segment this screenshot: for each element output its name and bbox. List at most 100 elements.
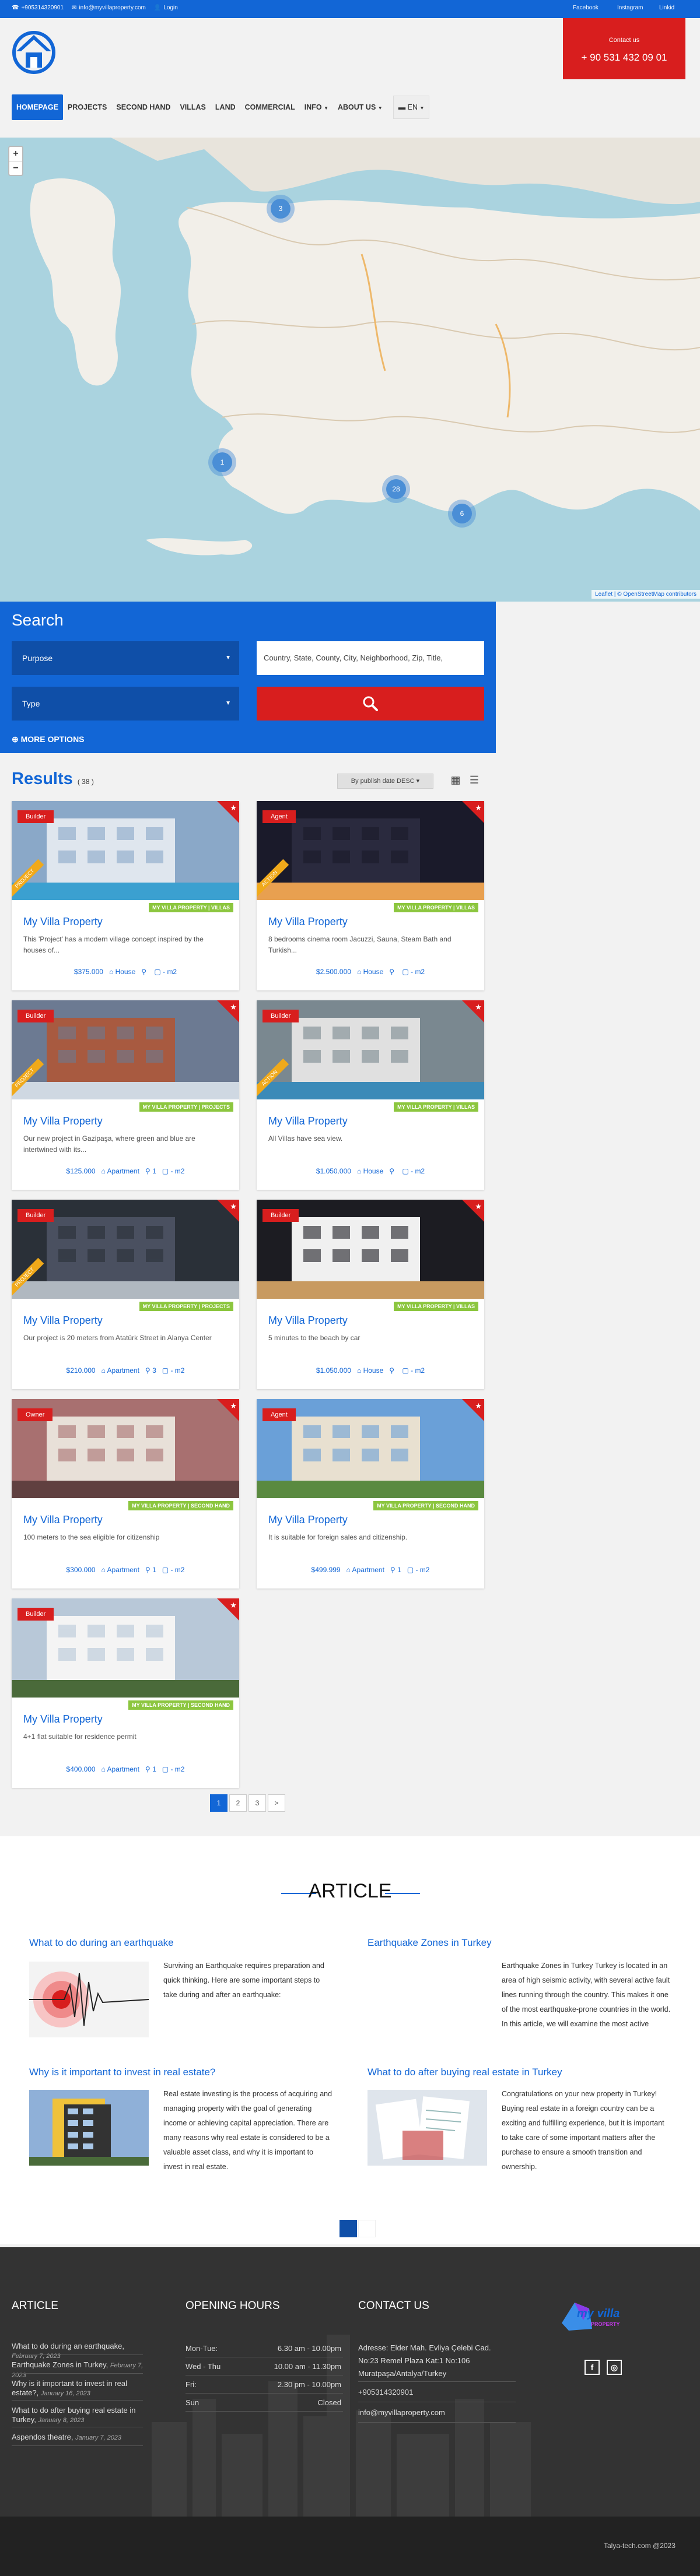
- nav-homepage[interactable]: HOMEPAGE: [12, 94, 63, 120]
- nav-commercial[interactable]: COMMERCIAL: [240, 94, 300, 120]
- star-icon[interactable]: ★: [475, 803, 482, 813]
- zoom-out-button[interactable]: −: [9, 161, 22, 175]
- article-image[interactable]: [368, 2090, 487, 2166]
- footer-phone[interactable]: +905314320901: [358, 2388, 413, 2396]
- nav-land[interactable]: LAND: [211, 94, 240, 120]
- property-card[interactable]: Builder ★ PROJECT MY VILLA PROPERTY | PR…: [12, 1200, 239, 1389]
- category-badge[interactable]: MY VILLA PROPERTY | SECOND HAND: [373, 1501, 478, 1510]
- star-icon[interactable]: ★: [230, 1202, 237, 1211]
- facebook-link[interactable]: Facebook: [573, 5, 598, 11]
- page-2[interactable]: 2: [229, 1794, 247, 1812]
- star-icon[interactable]: ★: [230, 1401, 237, 1411]
- property-image[interactable]: Builder ★: [12, 1598, 239, 1698]
- star-icon[interactable]: ★: [475, 1003, 482, 1012]
- carousel-dot[interactable]: [358, 2220, 376, 2237]
- star-icon[interactable]: ★: [475, 1401, 482, 1411]
- instagram-link[interactable]: Instagram: [617, 5, 643, 11]
- article-link[interactable]: Earthquake Zones in Turkey: [368, 1937, 492, 1949]
- article-link[interactable]: What to do after buying real estate in T…: [368, 2067, 562, 2078]
- property-image[interactable]: Owner ★: [12, 1399, 239, 1498]
- footer-article-link[interactable]: What to do after buying real estate in T…: [12, 2406, 152, 2425]
- footer-article-link[interactable]: What to do during an earthquake, Februar…: [12, 2342, 152, 2361]
- property-card[interactable]: Builder ★ PROJECT MY VILLA PROPERTY | VI…: [12, 801, 239, 990]
- copyright[interactable]: Talya-tech.com @2023: [604, 2542, 676, 2550]
- star-icon[interactable]: ★: [475, 1202, 482, 1211]
- property-card[interactable]: Builder ★ ACTION MY VILLA PROPERTY | VIL…: [257, 1000, 484, 1190]
- property-image[interactable]: Builder ★ PROJECT: [12, 1200, 239, 1299]
- property-image[interactable]: Builder ★ PROJECT: [12, 801, 239, 900]
- more-options-toggle[interactable]: ⊕ MORE OPTIONS: [12, 735, 85, 744]
- property-image[interactable]: Builder ★ PROJECT: [12, 1000, 239, 1099]
- property-card[interactable]: Builder ★ PROJECT MY VILLA PROPERTY | PR…: [12, 1000, 239, 1190]
- purpose-select[interactable]: Purpose ▼: [12, 641, 239, 675]
- category-badge[interactable]: MY VILLA PROPERTY | VILLAS: [394, 903, 478, 912]
- map-cluster[interactable]: 1: [212, 452, 232, 472]
- property-image[interactable]: Agent ★ ACTION: [257, 801, 484, 900]
- category-badge[interactable]: MY VILLA PROPERTY | PROJECTS: [139, 1302, 233, 1311]
- carousel-dot-active[interactable]: [340, 2220, 357, 2237]
- property-title[interactable]: My Villa Property: [23, 1315, 103, 1327]
- category-badge[interactable]: MY VILLA PROPERTY | VILLAS: [149, 903, 233, 912]
- star-icon[interactable]: ★: [230, 1003, 237, 1012]
- footer-article-link[interactable]: Earthquake Zones in Turkey, February 7, …: [12, 2360, 152, 2380]
- login-link[interactable]: 👤 Login: [154, 5, 178, 11]
- category-badge[interactable]: MY VILLA PROPERTY | VILLAS: [394, 1102, 478, 1112]
- property-image[interactable]: Agent ★: [257, 1399, 484, 1498]
- contact-phone[interactable]: + 90 531 432 09 01: [563, 52, 685, 64]
- sort-select[interactable]: By publish date DESC ▾: [337, 774, 433, 789]
- property-title[interactable]: My Villa Property: [268, 1514, 348, 1526]
- nav-info[interactable]: INFO ▼: [300, 94, 333, 120]
- phone-link[interactable]: ☎ +905314320901: [12, 5, 64, 11]
- footer-email[interactable]: info@myvillaproperty.com: [358, 2408, 445, 2417]
- contact-box[interactable]: Contact us + 90 531 432 09 01: [563, 18, 685, 79]
- facebook-icon[interactable]: f: [584, 2360, 600, 2375]
- category-badge[interactable]: MY VILLA PROPERTY | PROJECTS: [139, 1102, 233, 1112]
- category-badge[interactable]: MY VILLA PROPERTY | SECOND HAND: [128, 1700, 233, 1710]
- location-search-input[interactable]: Country, State, County, City, Neighborho…: [257, 641, 484, 675]
- page-1[interactable]: 1: [210, 1794, 228, 1812]
- type-select[interactable]: Type ▼: [12, 687, 239, 721]
- footer-article-link[interactable]: Aspendos theatre, January 7, 2023: [12, 2433, 152, 2443]
- grid-view-icon[interactable]: ▦: [448, 772, 463, 788]
- article-link[interactable]: What to do during an earthquake: [29, 1937, 174, 1949]
- star-icon[interactable]: ★: [230, 1601, 237, 1610]
- email-link[interactable]: ✉ info@myvillaproperty.com: [72, 5, 146, 11]
- property-title[interactable]: My Villa Property: [268, 916, 348, 928]
- property-image[interactable]: Builder ★ ACTION: [257, 1000, 484, 1099]
- category-badge[interactable]: MY VILLA PROPERTY | SECOND HAND: [128, 1501, 233, 1510]
- footer-logo[interactable]: my villa PROPERTY: [557, 2297, 639, 2335]
- nav-second-hand[interactable]: SECOND HAND: [111, 94, 175, 120]
- instagram-icon[interactable]: ◎: [607, 2360, 622, 2375]
- property-title[interactable]: My Villa Property: [268, 1115, 348, 1127]
- property-card[interactable]: Agent ★ MY VILLA PROPERTY | SECOND HAND …: [257, 1399, 484, 1589]
- linkedin-link[interactable]: Linkid: [659, 5, 674, 11]
- property-card[interactable]: Owner ★ MY VILLA PROPERTY | SECOND HAND …: [12, 1399, 239, 1589]
- next-page[interactable]: >: [268, 1794, 285, 1812]
- property-card[interactable]: Agent ★ ACTION MY VILLA PROPERTY | VILLA…: [257, 801, 484, 990]
- property-card[interactable]: Builder ★ MY VILLA PROPERTY | VILLAS My …: [257, 1200, 484, 1389]
- property-title[interactable]: My Villa Property: [23, 1514, 103, 1526]
- property-map[interactable]: [0, 138, 700, 602]
- zoom-in-button[interactable]: +: [9, 147, 22, 161]
- map-cluster[interactable]: 6: [452, 504, 472, 523]
- nav-projects[interactable]: PROJECTS: [63, 94, 111, 120]
- property-title[interactable]: My Villa Property: [23, 916, 103, 928]
- property-title[interactable]: My Villa Property: [268, 1315, 348, 1327]
- property-card[interactable]: Builder ★ MY VILLA PROPERTY | SECOND HAN…: [12, 1598, 239, 1788]
- property-title[interactable]: My Villa Property: [23, 1713, 103, 1725]
- map-attribution[interactable]: Leaflet | © OpenStreetMap contributors: [592, 590, 700, 599]
- site-logo[interactable]: [10, 28, 57, 75]
- article-link[interactable]: Why is it important to invest in real es…: [29, 2067, 215, 2078]
- language-select[interactable]: ▬ EN ▼: [393, 96, 430, 119]
- nav-villas[interactable]: VILLAS: [175, 94, 210, 120]
- star-icon[interactable]: ★: [230, 803, 237, 813]
- list-view-icon[interactable]: ☰: [467, 772, 482, 788]
- article-image[interactable]: [29, 2090, 149, 2166]
- page-3[interactable]: 3: [249, 1794, 266, 1812]
- article-image[interactable]: [29, 1962, 149, 2037]
- map-cluster[interactable]: 3: [271, 199, 290, 219]
- property-title[interactable]: My Villa Property: [23, 1115, 103, 1127]
- property-image[interactable]: Builder ★: [257, 1200, 484, 1299]
- nav-about[interactable]: ABOUT US ▼: [333, 94, 387, 120]
- search-button[interactable]: [257, 687, 484, 721]
